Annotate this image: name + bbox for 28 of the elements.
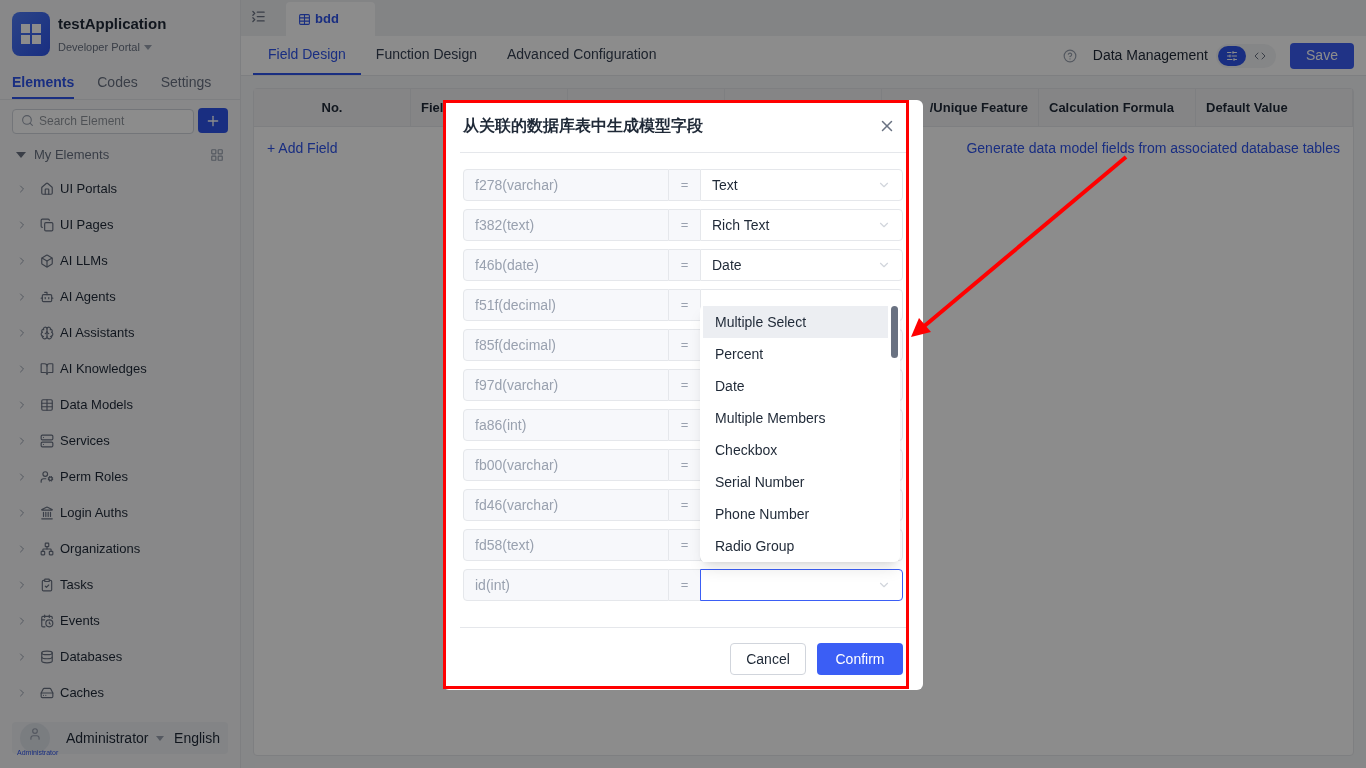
equals-sign: = — [669, 169, 700, 201]
source-field: f46b(date) — [463, 249, 669, 281]
source-field: id(int) — [463, 569, 669, 601]
equals-sign: = — [669, 569, 700, 601]
source-field: fd58(text) — [463, 529, 669, 561]
equals-sign: = — [669, 249, 700, 281]
column-header: Calculation Formula — [1039, 89, 1196, 126]
source-field: fb00(varchar) — [463, 449, 669, 481]
equals-sign: = — [669, 329, 700, 361]
source-field: f278(varchar) — [463, 169, 669, 201]
equals-sign: = — [669, 449, 700, 481]
equals-sign: = — [669, 369, 700, 401]
equals-sign: = — [669, 489, 700, 521]
column-header: Default Value — [1196, 89, 1353, 126]
source-field: fd46(varchar) — [463, 489, 669, 521]
data-management-label: Data Management — [1092, 46, 1208, 65]
source-field: f382(text) — [463, 209, 669, 241]
equals-sign: = — [669, 409, 700, 441]
source-field: fa86(int) — [463, 409, 669, 441]
source-field: f85f(decimal) — [463, 329, 669, 361]
tree-heading: My Elements — [34, 146, 110, 165]
source-field: f97d(varchar) — [463, 369, 669, 401]
source-field: f51f(decimal) — [463, 289, 669, 321]
app-name: testApplication — [58, 13, 167, 34]
column-header: No. — [254, 89, 411, 126]
equals-sign: = — [669, 289, 700, 321]
equals-sign: = — [669, 209, 700, 241]
equals-sign: = — [669, 529, 700, 561]
